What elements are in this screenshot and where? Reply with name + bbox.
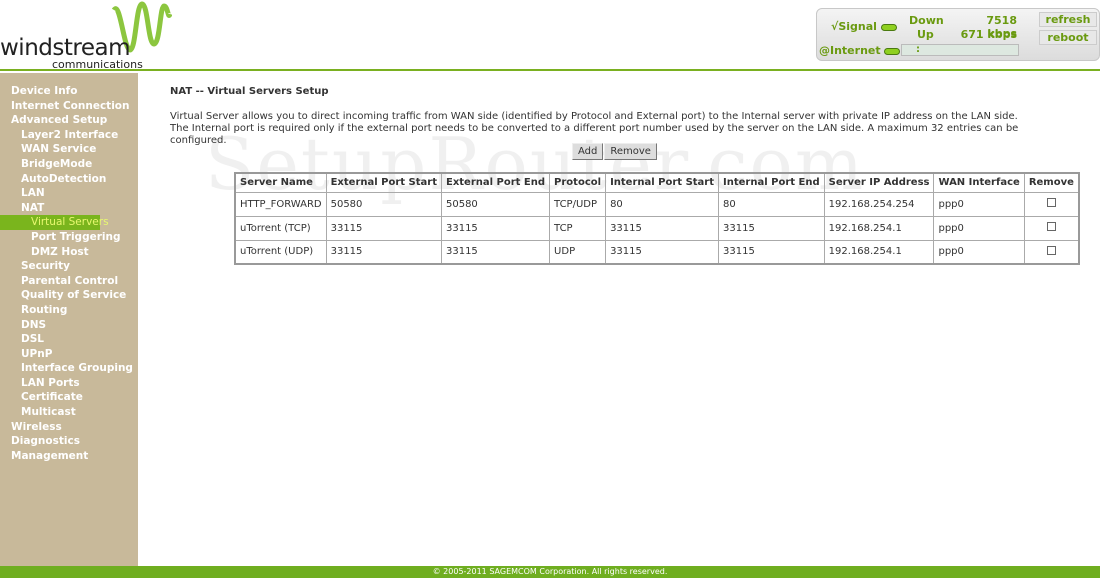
signal-label: √Signal <box>831 20 877 33</box>
table-cell: uTorrent (UDP) <box>234 239 327 265</box>
page-title: NAT -- Virtual Servers Setup <box>170 86 329 97</box>
table-cell: 33115 <box>605 239 720 265</box>
table-cell: ppp0 <box>933 215 1025 241</box>
table-row: HTTP_FORWARD 50580 50580 TCP/UDP 80 80 192.168… <box>234 191 1080 217</box>
signal-indicator: √Signal <box>831 20 897 33</box>
table-cell: uTorrent (TCP) <box>234 215 327 241</box>
column-header: Internal Port End <box>718 172 825 193</box>
table-cell: 192.168.254.1 <box>823 215 935 241</box>
sidebar-item-certificate[interactable]: Certificate <box>0 390 138 405</box>
sidebar-item-management[interactable]: Management <box>0 449 138 464</box>
sidebar-item-lan[interactable]: LAN <box>0 186 138 201</box>
column-header: Server Name <box>234 172 327 193</box>
sidebar-item-lan-ports[interactable]: LAN Ports <box>0 376 138 391</box>
sidebar-item-diagnostics[interactable]: Diagnostics <box>0 434 138 449</box>
sidebar-item-layer2-interface[interactable]: Layer2 Interface <box>0 128 138 143</box>
table-row: uTorrent (UDP) 33115 33115 UDP 33115 33115 192… <box>234 239 1080 265</box>
table-cell: TCP <box>549 215 607 241</box>
column-header: Server IP Address <box>823 172 935 193</box>
sidebar-item-dsl[interactable]: DSL <box>0 332 138 347</box>
ip-address-display: : <box>901 44 1019 56</box>
column-header: Protocol <box>549 172 607 193</box>
table-cell: 33115 <box>718 239 825 265</box>
page-description: Virtual Server allows you to direct inco… <box>170 111 1019 146</box>
sidebar-item-nat[interactable]: NAT <box>0 201 138 216</box>
refresh-button[interactable]: refresh <box>1039 12 1097 27</box>
sidebar-item-internet-connection[interactable]: Internet Connection <box>0 99 138 114</box>
table-cell: 33115 <box>440 239 551 265</box>
signal-led-icon <box>880 23 897 31</box>
sidebar-item-dmz-host[interactable]: DMZ Host <box>0 245 138 260</box>
table-cell: 33115 <box>718 215 825 241</box>
table-cell: 50580 <box>440 191 551 217</box>
sidebar-item-multicast[interactable]: Multicast <box>0 405 138 420</box>
internet-label: @Internet <box>819 44 881 57</box>
internet-led-icon <box>884 47 901 55</box>
sidebar-item-interface-grouping[interactable]: Interface Grouping <box>0 361 138 376</box>
table-cell: 50580 <box>325 191 442 217</box>
table-cell: 192.168.254.1 <box>823 239 935 265</box>
column-header: External Port End <box>440 172 551 193</box>
footer-copyright: © 2005-2011 SAGEMCOM Corporation. All ri… <box>0 566 1100 578</box>
sidebar-item-parental-control[interactable]: Parental Control <box>0 274 138 289</box>
table-cell: 33115 <box>325 239 442 265</box>
sidebar-item-wireless[interactable]: Wireless <box>0 420 138 435</box>
sidebar-item-advanced-setup[interactable]: Advanced Setup <box>0 113 138 128</box>
remove-cell <box>1023 239 1080 265</box>
column-header: Internal Port Start <box>605 172 720 193</box>
main-content: NAT -- Virtual Servers Setup Virtual Ser… <box>170 86 1080 265</box>
remove-cell <box>1023 191 1080 217</box>
table-cell: 33115 <box>605 215 720 241</box>
table-cell: ppp0 <box>933 191 1025 217</box>
table-cell: 33115 <box>325 215 442 241</box>
internet-indicator: @Internet <box>819 44 901 57</box>
remove-cell <box>1023 215 1080 241</box>
column-header: External Port Start <box>325 172 442 193</box>
table-cell: TCP/UDP <box>549 191 607 217</box>
add-button[interactable]: Add <box>572 143 604 160</box>
sidebar-item-quality-of-service[interactable]: Quality of Service <box>0 288 138 303</box>
table-cell: 33115 <box>440 215 551 241</box>
up-rate: 671 kbps <box>960 28 1017 41</box>
sidebar-item-virtual-servers[interactable]: Virtual Servers <box>0 215 109 230</box>
sidebar-nav: Device Info Internet Connection Advanced S… <box>0 73 138 566</box>
down-label: Down <box>909 14 944 27</box>
remove-checkbox[interactable] <box>1046 222 1056 231</box>
sidebar-item-upnp[interactable]: UPnP <box>0 347 138 362</box>
table-cell: 80 <box>605 191 720 217</box>
sidebar-item-dns[interactable]: DNS <box>0 318 138 333</box>
table-cell: UDP <box>549 239 607 265</box>
reboot-button[interactable]: reboot <box>1039 30 1097 45</box>
virtual-servers-table: Server Name External Port Start External P… <box>234 172 1080 265</box>
column-header: Remove <box>1023 172 1080 193</box>
table-cell: 192.168.254.254 <box>823 191 935 217</box>
table-cell: 80 <box>718 191 825 217</box>
sidebar-item-bridgemode[interactable]: BridgeMode <box>0 157 138 172</box>
sidebar-item-port-triggering[interactable]: Port Triggering <box>0 230 138 245</box>
table-cell: HTTP_FORWARD <box>234 191 327 217</box>
up-label: Up <box>917 28 934 41</box>
sidebar-item-autodetection[interactable]: AutoDetection <box>0 172 138 187</box>
header: windstream communications √Signal @Inter… <box>0 0 1100 71</box>
remove-checkbox[interactable] <box>1046 198 1056 207</box>
sidebar-item-wan-service[interactable]: WAN Service <box>0 142 138 157</box>
remove-button[interactable]: Remove <box>604 143 657 160</box>
sidebar-item-device-info[interactable]: Device Info <box>0 84 138 99</box>
sidebar-item-security[interactable]: Security <box>0 259 138 274</box>
table-cell: ppp0 <box>933 239 1025 265</box>
logo-subtitle: communications <box>52 58 143 71</box>
status-panel: √Signal @Internet Down Up 7518 kbps 671 … <box>816 8 1100 61</box>
remove-checkbox[interactable] <box>1046 245 1056 255</box>
column-header: WAN Interface <box>933 172 1025 193</box>
table-row: uTorrent (TCP) 33115 33115 TCP 33115 33115 192… <box>234 215 1080 241</box>
sidebar-item-routing[interactable]: Routing <box>0 303 138 318</box>
